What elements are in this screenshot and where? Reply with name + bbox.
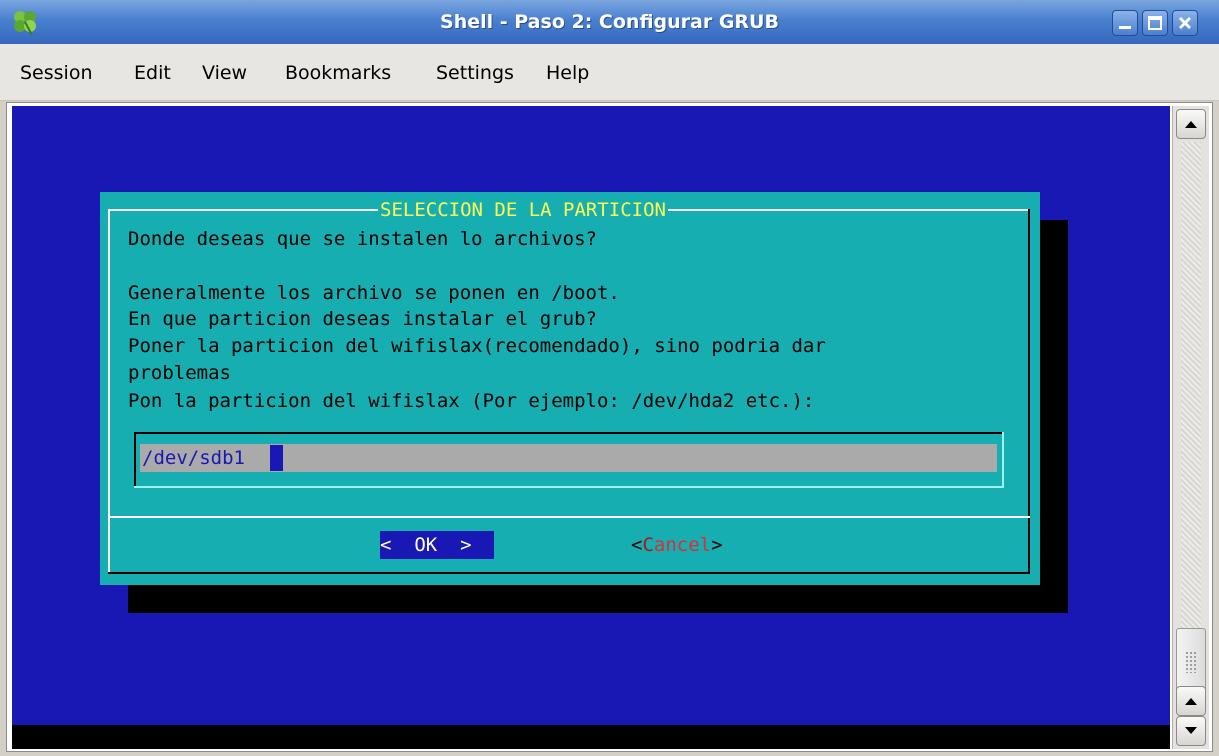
cancel-hotkey: C	[642, 534, 654, 556]
close-button[interactable]	[1172, 10, 1198, 36]
arrow-up-icon	[1185, 698, 1197, 705]
scroll-down-button[interactable]	[1176, 716, 1206, 746]
terminal-bottom-row	[12, 725, 1170, 749]
menu-edit[interactable]: Edit	[134, 62, 171, 84]
maximize-button[interactable]	[1142, 10, 1168, 36]
arrow-down-icon	[1185, 727, 1197, 734]
menu-help[interactable]: Help	[546, 62, 589, 84]
dialog-line: En que particion deseas instalar el grub…	[128, 308, 597, 330]
menu-view[interactable]: View	[202, 62, 247, 84]
window-titlebar[interactable]: Shell - Paso 2: Configurar GRUB	[0, 0, 1219, 44]
maximize-icon	[1148, 16, 1162, 30]
cancel-button[interactable]: <Cancel>	[631, 531, 723, 559]
minimize-button[interactable]	[1112, 10, 1138, 36]
menu-session[interactable]: Session	[20, 62, 93, 84]
cancel-bracket-close: >	[711, 534, 723, 556]
dialog-line: Pon la particion del wifislax (Por ejemp…	[128, 390, 815, 412]
text-cursor	[270, 445, 283, 471]
scroll-track[interactable]	[1181, 142, 1201, 628]
dialog-line: Donde deseas que se instalen lo archivos…	[128, 228, 597, 250]
partition-dialog: SELECCION DE LA PARTICION Donde deseas q…	[100, 192, 1040, 585]
window-title: Shell - Paso 2: Configurar GRUB	[440, 11, 779, 33]
scroll-up-button[interactable]	[1176, 109, 1206, 139]
partition-input-box: /dev/sdb1	[134, 432, 1004, 488]
arrow-up-icon	[1185, 121, 1197, 128]
menubar: Session Edit View Bookmarks Settings Hel…	[0, 44, 1219, 101]
ok-button[interactable]: < OK >	[380, 531, 494, 559]
scroll-up-button-lower[interactable]	[1176, 686, 1206, 716]
close-icon	[1178, 16, 1192, 30]
menu-settings[interactable]: Settings	[436, 62, 514, 84]
dialog-line: Generalmente los archivo se ponen en /bo…	[128, 282, 620, 304]
menu-bookmarks[interactable]: Bookmarks	[285, 62, 391, 84]
dialog-title: SELECCION DE LA PARTICION	[378, 198, 668, 222]
cancel-bracket-open: <	[631, 534, 643, 556]
vertical-scrollbar[interactable]	[1172, 106, 1209, 749]
dialog-line: Poner la particion del wifislax(recomend…	[128, 335, 826, 357]
minimize-icon	[1119, 26, 1131, 29]
dialog-line: problemas	[128, 362, 231, 384]
partition-input-value: /dev/sdb1	[142, 447, 245, 469]
partition-input[interactable]: /dev/sdb1	[140, 444, 997, 472]
cancel-label: ancel	[653, 534, 712, 556]
